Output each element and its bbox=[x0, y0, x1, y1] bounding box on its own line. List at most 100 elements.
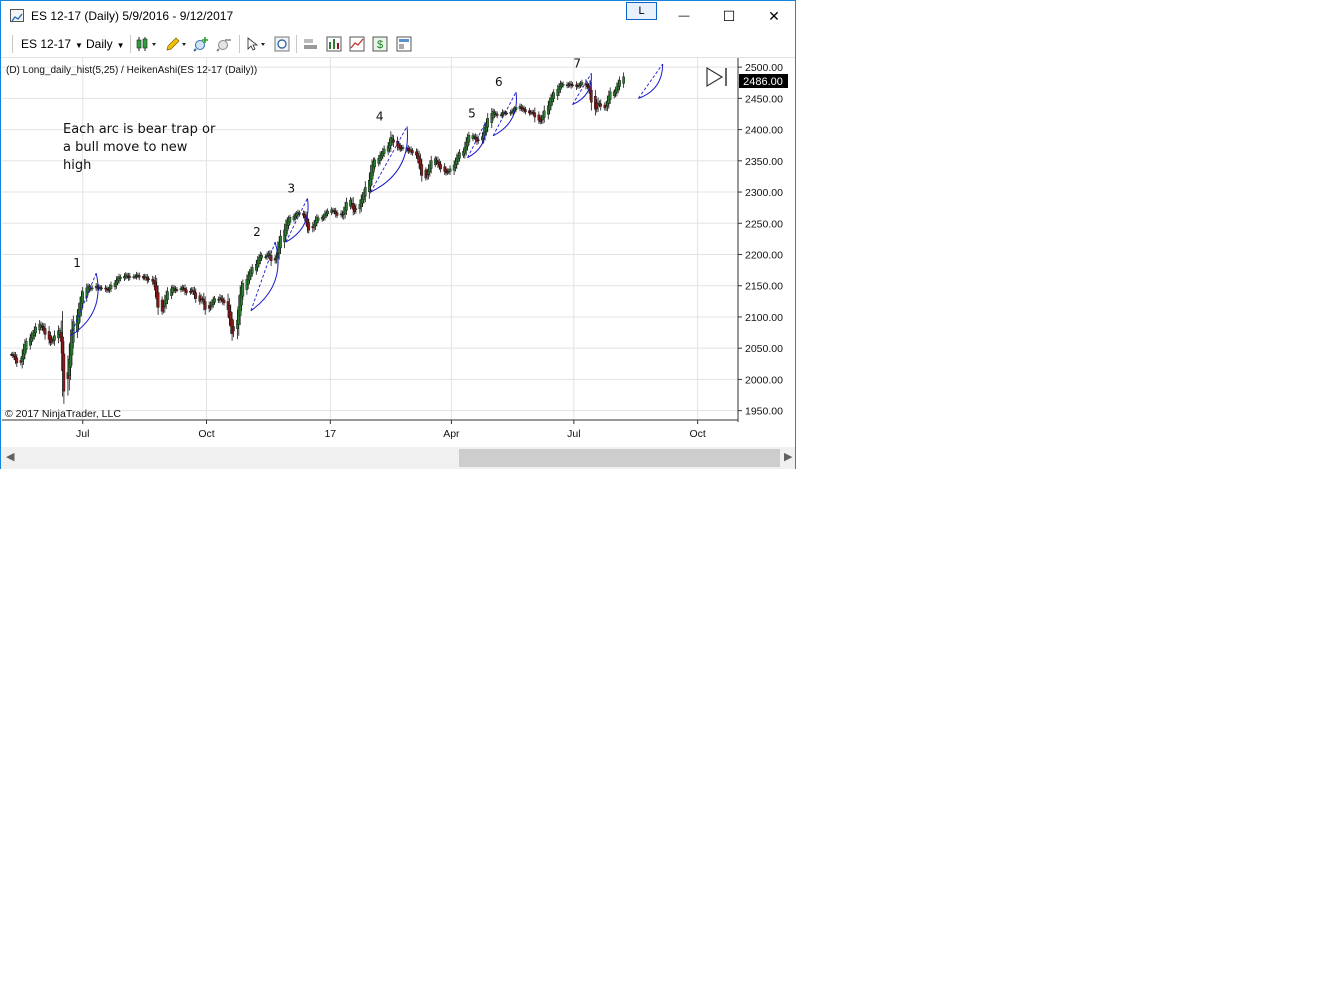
scroll-to-end-button[interactable] bbox=[706, 66, 727, 88]
indicator-label: (D) Long_daily_hist(5,25) / HeikenAshi(E… bbox=[6, 65, 257, 76]
arc-2[interactable]: 2 bbox=[250, 225, 279, 312]
chart-style-button[interactable] bbox=[136, 36, 160, 52]
maximize-button[interactable]: ☐ bbox=[706, 1, 752, 31]
properties-icon bbox=[396, 36, 412, 52]
annotation-line-3: high bbox=[63, 158, 91, 173]
candle bbox=[580, 79, 584, 88]
candle bbox=[392, 135, 395, 148]
candle bbox=[147, 276, 150, 283]
interval-label: Daily bbox=[86, 37, 113, 51]
scrollbar-thumb[interactable] bbox=[459, 449, 780, 467]
y-tick-label: 2100.00 bbox=[745, 312, 783, 324]
window-title: ES 12-17 (Daily) 5/9/2016 - 9/12/2017 bbox=[31, 9, 234, 23]
zoom-in-button[interactable] bbox=[193, 36, 209, 52]
annotation-line-2: a bull move to new bbox=[63, 140, 188, 155]
chevron-down-icon: ▼ bbox=[116, 41, 125, 50]
toolbar-separator bbox=[130, 35, 131, 53]
x-tick-label: 17 bbox=[324, 428, 336, 440]
candle bbox=[109, 281, 113, 293]
candle bbox=[354, 203, 358, 214]
properties-button[interactable] bbox=[396, 36, 412, 52]
chart-panel[interactable]: 1 2 3 4 5 6 7 8 1950.00 2000.00 2050.00 2100.00 215… bbox=[2, 47, 796, 446]
arc-6[interactable]: 6 bbox=[492, 75, 517, 137]
candle bbox=[43, 323, 47, 340]
candle bbox=[524, 106, 527, 115]
toolbar-separator bbox=[239, 35, 240, 53]
candle bbox=[599, 99, 603, 111]
svg-text:$: $ bbox=[377, 39, 383, 51]
arc-label: 6 bbox=[495, 75, 503, 89]
price-chart[interactable]: 1 2 3 4 5 6 7 8 1950.00 2000.00 2050.00 2100.00 215… bbox=[2, 47, 796, 446]
title-bar[interactable]: ES 12-17 (Daily) 5/9/2016 - 9/12/2017 L … bbox=[1, 1, 795, 31]
candle bbox=[622, 72, 625, 88]
candlestick-icon bbox=[136, 37, 156, 51]
arc-1[interactable]: 1 bbox=[70, 256, 99, 337]
y-tick-label: 2300.00 bbox=[745, 187, 783, 199]
arc-label: 7 bbox=[573, 58, 581, 70]
toolbar-separator bbox=[296, 35, 297, 53]
link-button[interactable]: L bbox=[626, 2, 657, 20]
instrument-selector[interactable]: ES 12-17 ▼ bbox=[21, 37, 83, 51]
arc-label: 4 bbox=[376, 109, 384, 123]
interval-selector[interactable]: Daily ▼ bbox=[86, 37, 125, 51]
maximize-icon: ☐ bbox=[722, 7, 736, 24]
chart-toolbar: ES 12-17 ▼ Daily ▼ $ bbox=[1, 31, 795, 58]
chevron-down-icon: ▼ bbox=[75, 41, 83, 50]
toolbar-separator bbox=[12, 35, 13, 53]
close-button[interactable]: ✕ bbox=[751, 1, 797, 31]
indicators-button[interactable] bbox=[326, 36, 342, 52]
y-tick-label: 2150.00 bbox=[745, 281, 783, 293]
y-tick-label: 2050.00 bbox=[745, 343, 783, 355]
orders-button[interactable]: $ bbox=[372, 36, 388, 52]
y-tick-label: 2500.00 bbox=[745, 62, 783, 74]
y-tick-label: 2250.00 bbox=[745, 218, 783, 230]
candle bbox=[571, 82, 574, 88]
candle bbox=[401, 144, 405, 151]
chart-window: ES 12-17 (Daily) 5/9/2016 - 9/12/2017 L … bbox=[0, 0, 796, 469]
current-price-marker: 2486.00 bbox=[739, 74, 788, 88]
indicators-icon bbox=[326, 36, 342, 52]
y-tick-label: 2350.00 bbox=[745, 156, 783, 168]
arc-label: 2 bbox=[253, 225, 261, 239]
scroll-right-icon[interactable]: ▶ bbox=[784, 450, 792, 463]
x-tick-label: Jul bbox=[76, 428, 89, 440]
zoom-out-icon bbox=[216, 39, 231, 52]
zoom-out-button[interactable] bbox=[216, 36, 232, 52]
strategies-icon bbox=[349, 36, 365, 52]
y-tick-label: 2450.00 bbox=[745, 93, 783, 105]
candle bbox=[411, 148, 414, 156]
strategies-button[interactable] bbox=[349, 36, 365, 52]
magnifier-icon bbox=[274, 36, 290, 52]
drawing-tool-button[interactable] bbox=[165, 36, 189, 52]
y-tick-label: 1950.00 bbox=[745, 406, 783, 418]
data-box-button[interactable] bbox=[303, 36, 319, 52]
minimize-icon: — bbox=[678, 10, 690, 22]
current-price-label: 2486.00 bbox=[743, 76, 783, 88]
zoom-in-icon bbox=[193, 37, 208, 52]
arc-label: 3 bbox=[287, 181, 295, 195]
arc-8[interactable]: 8 bbox=[638, 47, 664, 99]
annotation-line-1: Each arc is bear trap or bbox=[63, 122, 216, 137]
magnifier-button[interactable] bbox=[274, 36, 290, 52]
pointer-tool-button[interactable] bbox=[245, 36, 269, 52]
y-tick-label: 2200.00 bbox=[745, 249, 783, 261]
x-tick-label: Apr bbox=[443, 428, 460, 440]
y-tick-label: 2000.00 bbox=[745, 374, 783, 386]
instrument-label: ES 12-17 bbox=[21, 37, 72, 51]
dollar-icon: $ bbox=[372, 36, 388, 52]
candle bbox=[542, 105, 546, 123]
arc-label: 8 bbox=[641, 58, 649, 61]
x-tick-label: Jul bbox=[567, 428, 580, 440]
data-box-icon bbox=[304, 39, 317, 49]
chart-app-icon bbox=[10, 9, 24, 22]
arc-label: 1 bbox=[73, 256, 81, 270]
arc-label: 5 bbox=[468, 106, 476, 120]
scroll-left-icon[interactable]: ◀ bbox=[6, 450, 14, 463]
cursor-arrow-icon bbox=[247, 37, 265, 51]
copyright-label: © 2017 NinjaTrader, LLC bbox=[5, 408, 121, 420]
candle bbox=[128, 272, 132, 281]
candle bbox=[175, 287, 179, 293]
horizontal-scrollbar[interactable]: ◀ ▶ bbox=[1, 447, 795, 469]
candle bbox=[495, 111, 499, 119]
minimize-button[interactable]: — bbox=[661, 1, 707, 31]
